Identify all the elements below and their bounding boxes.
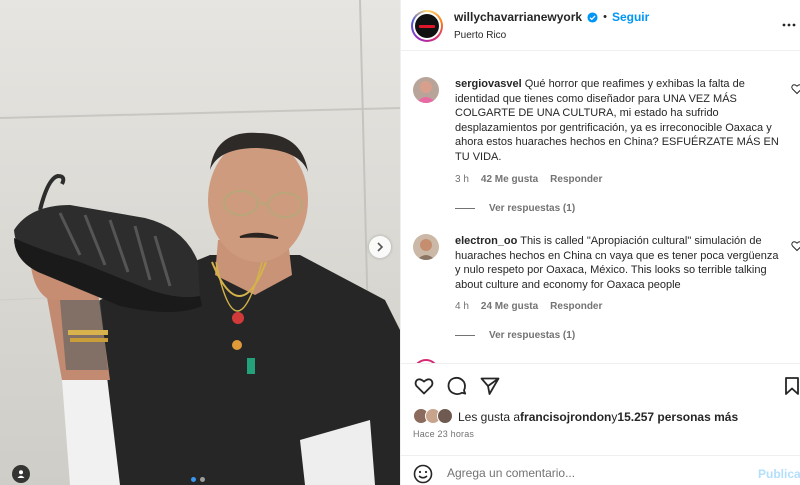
carousel-dot <box>200 477 205 482</box>
comment-username[interactable]: electron_oo <box>455 235 517 247</box>
follow-button[interactable]: Seguir <box>612 10 649 24</box>
chevron-right-icon <box>377 242 384 252</box>
likes-others[interactable]: 15.257 personas más <box>617 410 738 424</box>
commenter-avatar[interactable] <box>413 234 439 260</box>
view-replies-button[interactable]: Ver respuestas (1) <box>455 330 575 341</box>
author-username[interactable]: willychavarrianewyork <box>454 10 582 24</box>
replies-line <box>455 208 475 209</box>
commenter-avatar[interactable] <box>413 77 439 103</box>
likes-summary[interactable]: Les gusta a francisojrondon y 15.257 per… <box>413 408 738 426</box>
comment-body: sergiovasvel Qué horror que reafimes y e… <box>455 77 779 165</box>
carousel-dot-active <box>191 477 196 482</box>
author-row: willychavarrianewyork • Seguir <box>454 10 649 24</box>
tagged-users-button[interactable] <box>12 465 30 483</box>
reply-button[interactable]: Responder <box>550 174 602 185</box>
post-modal: willychavarrianewyork • Seguir Puerto Ri… <box>0 0 800 485</box>
comment-time: 3 h <box>455 174 469 185</box>
author-avatar[interactable] <box>411 10 443 42</box>
comment-time: 4 h <box>455 301 469 312</box>
post-location[interactable]: Puerto Rico <box>454 30 506 41</box>
replies-line <box>455 335 475 336</box>
next-image-button[interactable] <box>369 236 391 258</box>
view-replies-label: Ver respuestas (1) <box>489 203 576 214</box>
comment-body: electron_oo This is called "Apropiación … <box>455 234 779 292</box>
view-replies-button[interactable]: Ver respuestas (1) <box>455 203 575 214</box>
likes-prefix: Les gusta a <box>458 410 521 424</box>
comment-meta: 4 h 24 Me gusta Responder <box>455 301 602 312</box>
post-photo <box>0 0 400 485</box>
add-comment-bar: Publicar <box>401 455 800 485</box>
carousel-indicator <box>191 477 205 482</box>
heart-icon[interactable] <box>414 376 434 396</box>
comment-likes[interactable]: 24 Me gusta <box>481 301 538 312</box>
comment-username[interactable]: sergiovasvel <box>455 78 522 90</box>
publish-button[interactable]: Publicar <box>758 467 800 481</box>
comment-icon[interactable] <box>447 376 467 396</box>
emoji-icon[interactable] <box>413 464 433 484</box>
share-icon[interactable] <box>480 376 500 396</box>
post-timestamp[interactable]: Hace 23 horas <box>413 429 474 439</box>
liker-username[interactable]: francisojrondon <box>520 410 611 424</box>
more-options-icon[interactable] <box>782 18 796 32</box>
post-header: willychavarrianewyork • Seguir Puerto Ri… <box>401 0 800 51</box>
bookmark-icon[interactable] <box>782 376 800 396</box>
liker-avatar <box>437 408 453 424</box>
reply-button[interactable]: Responder <box>550 301 602 312</box>
user-tag-icon <box>17 470 25 478</box>
comment-likes[interactable]: 42 Me gusta <box>481 174 538 185</box>
liker-avatars <box>413 408 453 426</box>
post-media[interactable] <box>0 0 400 485</box>
separator-dot: • <box>603 11 607 23</box>
view-replies-label: Ver respuestas (1) <box>489 330 576 341</box>
comment-like-icon[interactable] <box>791 83 800 95</box>
comment-meta: 3 h 42 Me gusta Responder <box>455 174 602 185</box>
brand-logo-icon <box>415 14 439 38</box>
comments-list[interactable]: sergiovasvel Qué horror que reafimes y e… <box>401 51 800 363</box>
post-actions-bar <box>401 363 800 405</box>
comment-input[interactable] <box>447 462 747 484</box>
post-details-panel: willychavarrianewyork • Seguir Puerto Ri… <box>400 0 800 485</box>
comment-text: Qué horror que reafimes y exhibas la fal… <box>455 78 779 163</box>
verified-badge-icon <box>587 11 598 23</box>
comment-like-icon[interactable] <box>791 240 800 252</box>
